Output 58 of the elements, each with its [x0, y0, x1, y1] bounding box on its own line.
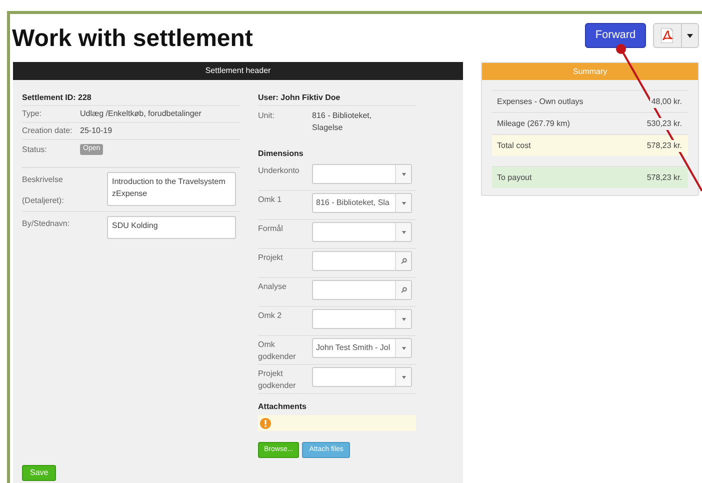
- summary-value: 48,00 kr.: [650, 96, 683, 108]
- field-label: Omk 1: [258, 194, 283, 206]
- dropdown-field[interactable]: [312, 222, 412, 242]
- field-value: John Test Smith - Jol: [315, 342, 392, 354]
- field-label: Omk 2: [258, 310, 283, 322]
- caret-icon: [687, 34, 693, 38]
- field-value: 25-10-19: [80, 125, 112, 137]
- field-label: Projekt godkender: [258, 368, 297, 392]
- search-field[interactable]: [312, 280, 412, 300]
- summary-value: 578,23 kr.: [646, 140, 683, 152]
- settlement-id: Settlement ID: 228: [22, 92, 240, 106]
- section-title: Attachments: [258, 401, 308, 413]
- dropdown-field[interactable]: [312, 367, 412, 387]
- summary-label: Total cost: [497, 140, 531, 152]
- summary-label: Mileage (267.79 km): [497, 118, 570, 130]
- summary-label: Expenses - Own outlays: [497, 96, 584, 108]
- summary-value: 530,23 kr.: [646, 118, 683, 130]
- page-title: Work with settlement: [12, 25, 254, 53]
- summary-header: Summary: [482, 63, 698, 80]
- field-label: Creation date:: [22, 125, 74, 137]
- field-label: Omk godkender: [258, 339, 297, 363]
- dropdown-field[interactable]: [312, 164, 412, 184]
- caret-icon: [402, 346, 406, 350]
- warning-icon: [260, 418, 271, 428]
- panel-header: Settlement header: [13, 62, 463, 80]
- search-icon: [400, 287, 406, 293]
- field-value: Udlæg /Enkeltkøb, forudbetalinger: [80, 108, 202, 120]
- caret-icon: [402, 318, 406, 320]
- field-label: Status:: [22, 144, 48, 156]
- field-label: Underkonto: [258, 165, 300, 177]
- text-area[interactable]: Introduction to the Travelsystem zExpense: [107, 172, 236, 206]
- field-label: Projekt: [258, 252, 284, 264]
- field-value: 816 - Biblioteket, Sla: [315, 197, 390, 209]
- dropdown-field[interactable]: [312, 309, 412, 329]
- search-field[interactable]: [312, 251, 412, 271]
- dropdown-field[interactable]: John Test Smith - Jol: [312, 338, 412, 358]
- search-icon: [400, 258, 406, 264]
- caret-icon: [402, 230, 406, 234]
- caret-icon: [402, 202, 406, 204]
- field-label: Unit:: [258, 110, 276, 122]
- field-label: Analyse: [258, 281, 288, 293]
- summary-value: 578,23 kr.: [646, 172, 683, 184]
- field-label: By/Stednavn:: [22, 218, 71, 230]
- pdf-export-button[interactable]: [653, 23, 699, 48]
- text-area[interactable]: SDU Kolding: [107, 216, 236, 239]
- field-label: Formål: [258, 223, 284, 235]
- field-label: (Detaljeret):: [22, 195, 65, 207]
- forward-button[interactable]: Forward: [585, 23, 646, 48]
- field-value: 816 - Biblioteket, Slagelse: [312, 110, 373, 134]
- caret-icon: [402, 172, 406, 176]
- pdf-icon: [661, 28, 673, 43]
- summary-label: To payout: [497, 172, 532, 184]
- section-title: Dimensions: [258, 148, 304, 160]
- user-name: User: John Fiktiv Doe: [258, 92, 416, 106]
- caret-icon: [402, 376, 406, 378]
- dropdown-field[interactable]: 816 - Biblioteket, Sla: [312, 193, 412, 213]
- field-label: Type:: [22, 108, 43, 120]
- field-label: Beskrivelse: [22, 174, 64, 186]
